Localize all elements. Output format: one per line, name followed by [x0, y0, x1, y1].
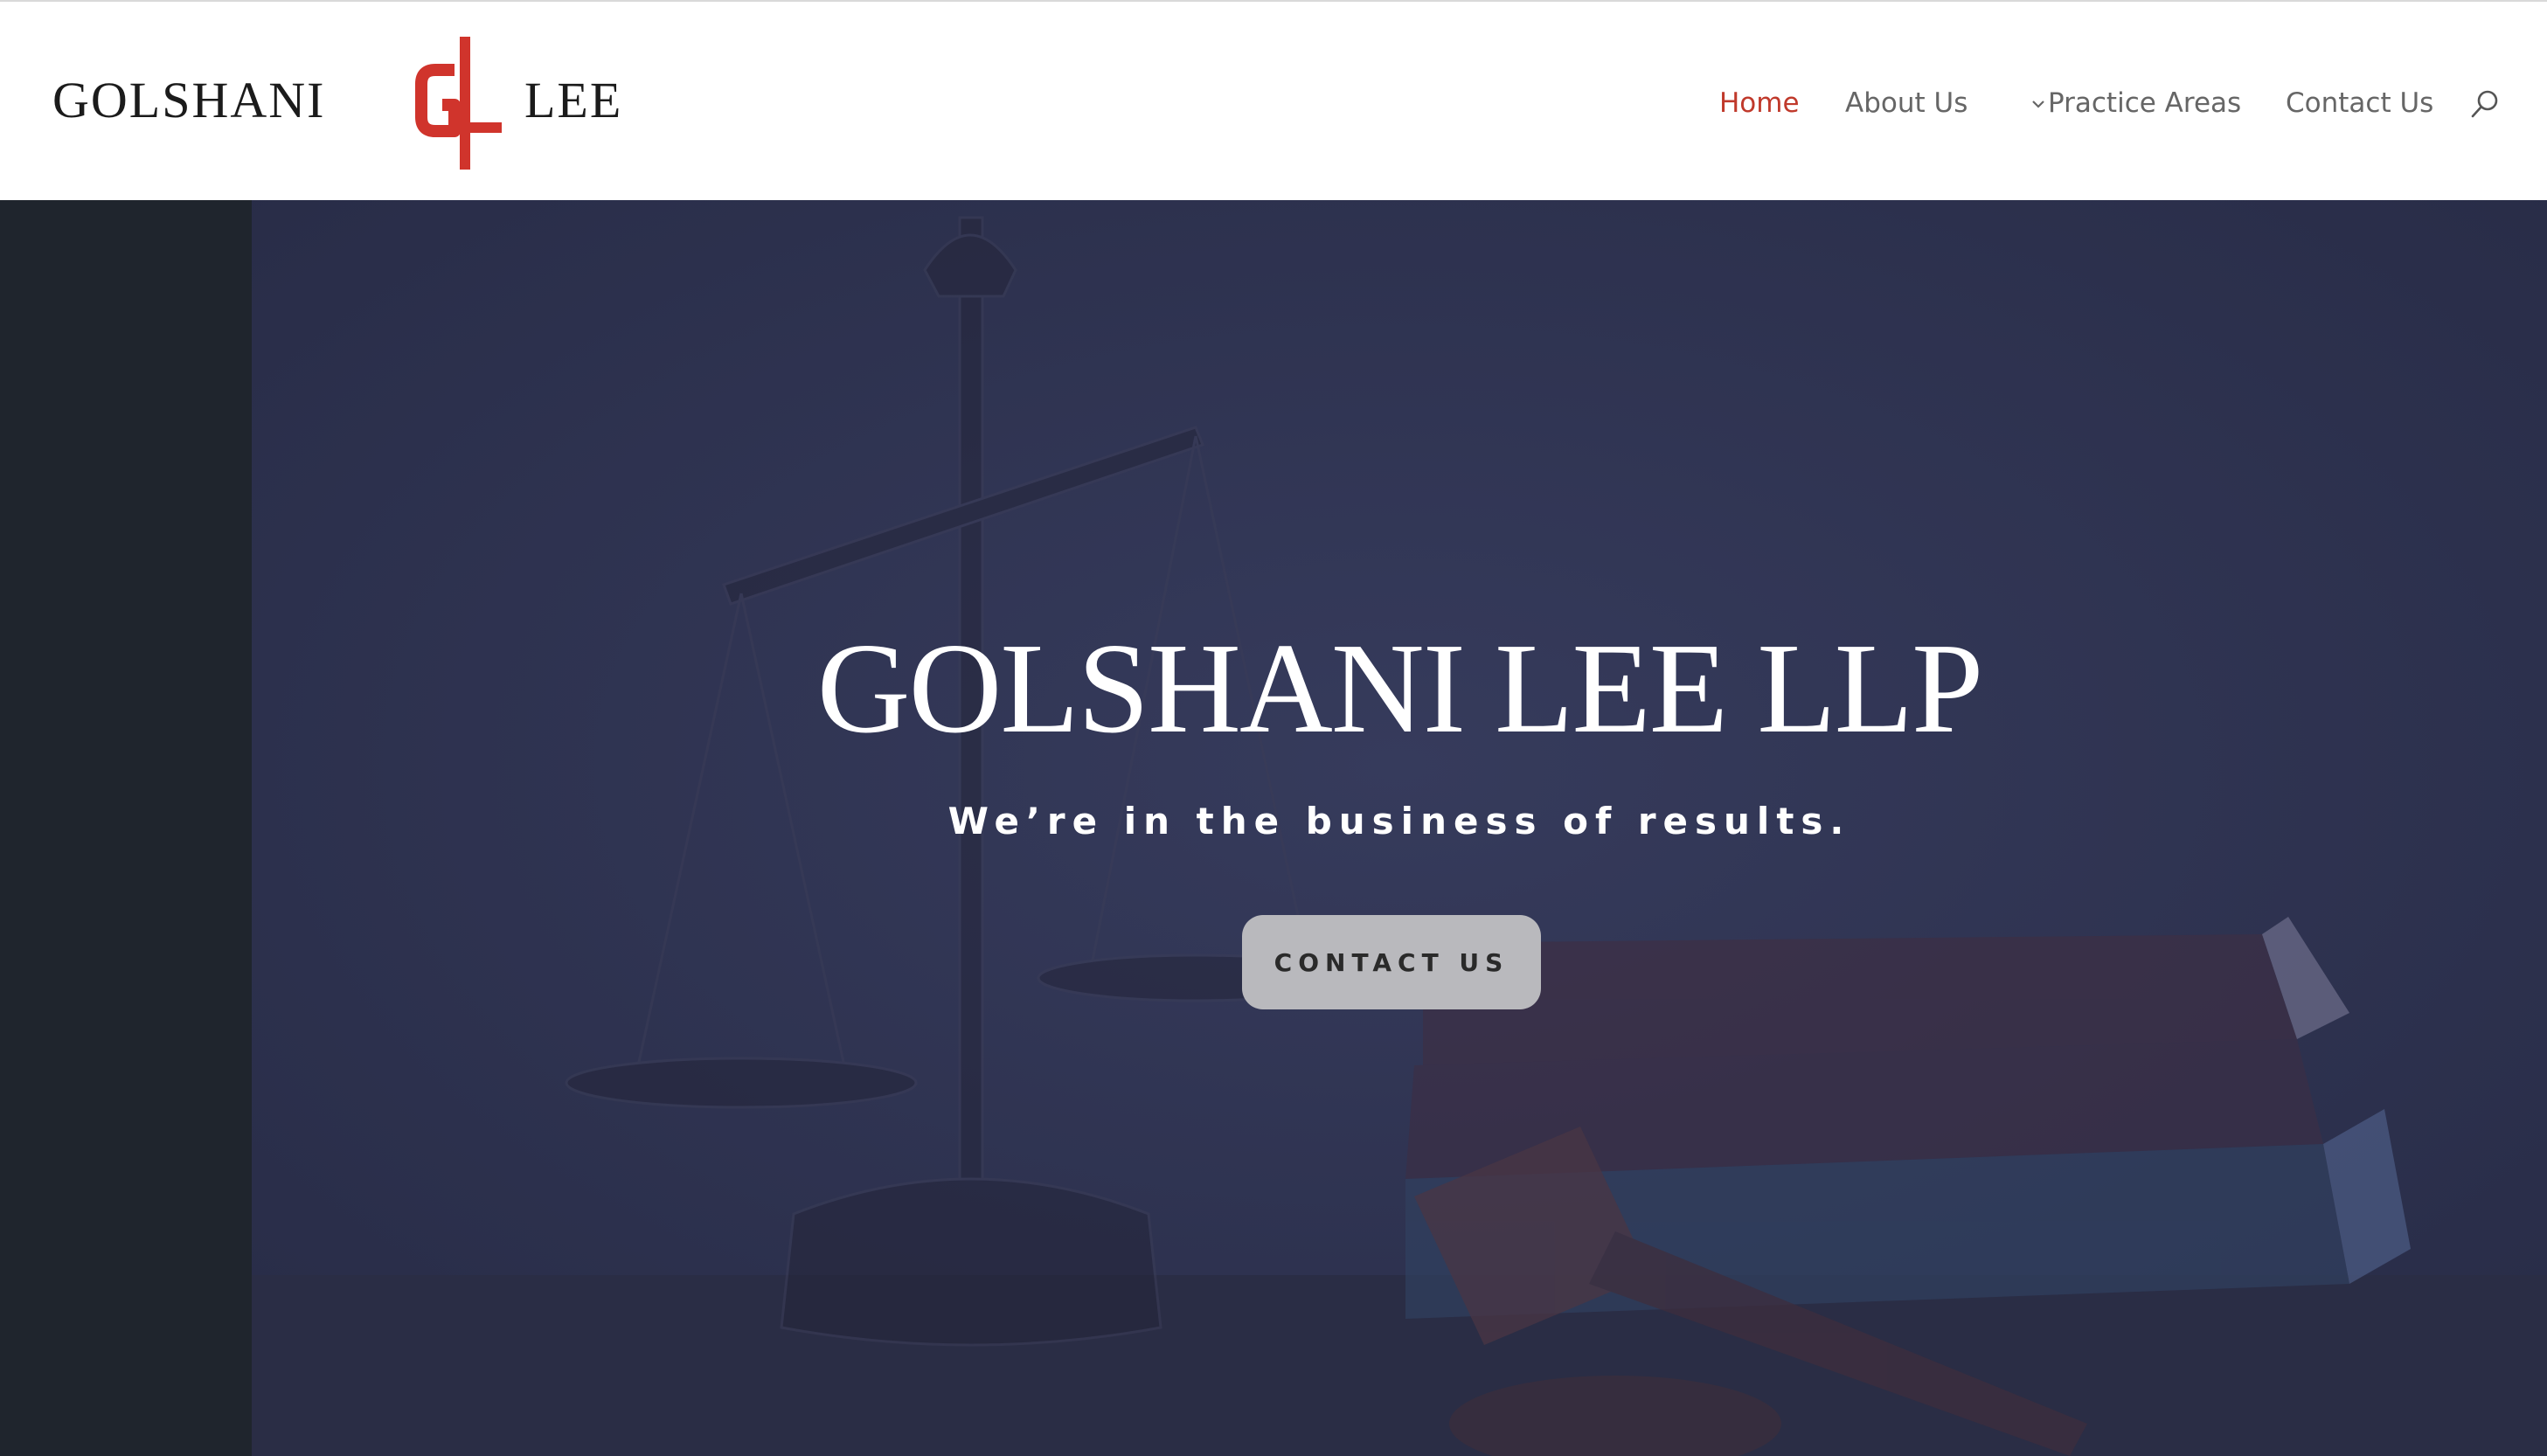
- hero-subtitle: We’re in the business of results.: [947, 800, 1851, 842]
- nav-item-contact-us[interactable]: Contact Us: [2286, 84, 2433, 122]
- chevron-down-icon: [2032, 101, 2044, 108]
- hero-section: GOLSHANI LEE LLP We’re in the business o…: [0, 200, 2547, 1456]
- nav-item-home[interactable]: Home: [1719, 84, 1800, 122]
- main-nav: Home About Us Practice Areas Contact Us: [0, 84, 2547, 122]
- site-header: GOLSHANI LEE Home About Us Practice Area…: [0, 2, 2547, 200]
- nav-item-label: About Us: [1845, 87, 1968, 119]
- contact-us-button[interactable]: CONTACT US: [1242, 915, 1541, 1009]
- nav-item-practice-areas[interactable]: Practice Areas: [2048, 84, 2241, 122]
- nav-item-about-us[interactable]: About Us: [1845, 84, 2044, 122]
- hero-side-strip: [0, 200, 252, 1456]
- search-icon[interactable]: [2468, 87, 2502, 121]
- hero-title: GOLSHANI LEE LLP: [816, 617, 1984, 760]
